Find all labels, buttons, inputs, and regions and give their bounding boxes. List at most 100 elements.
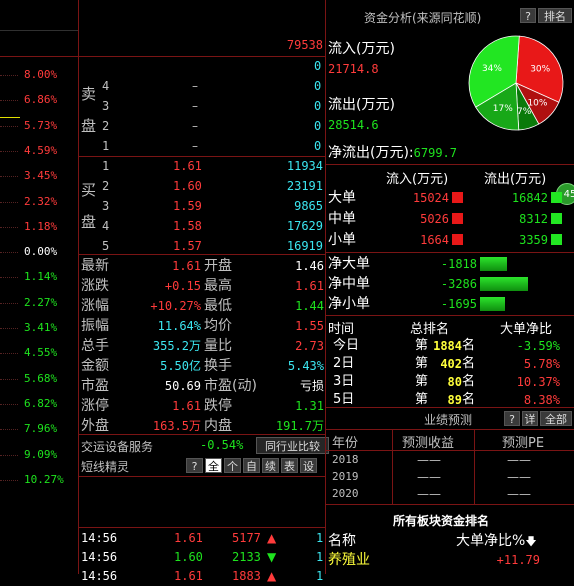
pct-axis-label: 6.82% [24, 396, 58, 410]
rank-prefix: 第 [415, 356, 429, 371]
quote-value: 1.61 [295, 279, 324, 293]
pct-axis-label: 3.45% [24, 169, 58, 183]
buy-level: 3 [102, 199, 110, 213]
short-sprite-filter-button[interactable]: 自 [243, 458, 260, 473]
short-sprite-filter-button[interactable]: 续 [262, 458, 279, 473]
rank-prefix: 第 [415, 338, 429, 353]
tick-count: 1 [316, 569, 324, 583]
sector-change: -0.54% [200, 438, 244, 452]
sell-volume: 0 [314, 99, 322, 113]
pct-axis-tick [0, 150, 18, 152]
pct-axis-label: 6.86% [24, 93, 58, 107]
short-sprite-filter-button[interactable]: 设 [300, 458, 317, 473]
quote-label: 内盘 [204, 418, 232, 434]
sell-volume: 0 [314, 79, 322, 93]
flow-out-value: 8312 [519, 212, 548, 226]
sector-net-header-label: 大单净比% [456, 533, 526, 549]
net-outflow-value: 6799.7 [413, 146, 457, 160]
quote-label: 外盘 [81, 418, 109, 434]
sell-volume: 0 [314, 139, 322, 153]
sort-down-icon[interactable]: 🡇 [525, 535, 536, 548]
short-sprite-filter-button[interactable]: ? [186, 458, 203, 473]
buy-volume: 11934 [286, 159, 323, 173]
quote-label: 最低 [204, 298, 232, 314]
pct-axis-tick [0, 353, 18, 355]
net-outflow-row: 净流出(万元):6799.7 [328, 142, 457, 162]
pct-axis-tick [0, 201, 18, 203]
quote-value: 5.50亿 [160, 359, 201, 373]
quote-label: 市盈 [81, 378, 109, 394]
rank-suffix: 名 [462, 356, 476, 371]
fund-rank-button[interactable]: 排名 [538, 8, 572, 23]
rank-rank-header: 总排名 [410, 322, 450, 337]
flow-in-value: 15024 [412, 191, 449, 205]
quote-label: 振幅 [81, 318, 109, 334]
short-sprite-filter-button[interactable]: 全 [205, 458, 222, 473]
buy-label-char-2: 盘 [81, 213, 97, 231]
quote-value: 2.73 [295, 339, 324, 353]
sector-name-header: 名称 [328, 533, 356, 549]
sector-name[interactable]: 交运设备服务 [81, 438, 153, 455]
industry-compare-button[interactable]: 同行业比较 [256, 437, 329, 454]
arrow-up-icon: ▲ [267, 531, 277, 545]
price-line-stub [0, 117, 20, 118]
buy-price: 1.59 [173, 199, 202, 213]
forecast-title: 业绩预测 [424, 413, 473, 427]
pct-axis-tick [0, 125, 18, 127]
net-flow-bar [480, 277, 528, 291]
pct-axis-tick [0, 277, 18, 279]
rank-net-ratio: 5.78% [523, 357, 560, 371]
forecast-all-button[interactable]: 全部 [540, 411, 572, 426]
rank-time: 2日 [333, 356, 355, 371]
sector-row-net: +11.79 [496, 553, 540, 567]
order-book-total: 79538 [286, 38, 323, 52]
quote-label: 金额 [81, 358, 109, 374]
forecast-help-button[interactable]: ? [504, 411, 520, 426]
forecast-detail-button[interactable]: 详 [522, 411, 538, 426]
rank-net-header: 大单净比 [500, 322, 553, 337]
tick-volume: 5177 [232, 531, 261, 545]
inflow-value: 21714.8 [328, 62, 379, 76]
quote-label: 总手 [81, 338, 109, 354]
pct-axis-label: 2.27% [24, 295, 58, 309]
sell-price: – [192, 139, 198, 153]
forecast-header: 年份 预测收益 预测PE [326, 430, 574, 451]
fund-help-button[interactable]: ? [520, 8, 536, 23]
flow-row-label: 小单 [328, 232, 356, 248]
sell-label: 卖 盘 [81, 78, 99, 142]
pct-axis-tick [0, 328, 18, 329]
net-flow-value: -1695 [440, 297, 477, 311]
quote-label: 涨跌 [81, 278, 109, 294]
quote-label: 跌停 [204, 398, 232, 414]
quote-label: 涨停 [81, 398, 109, 414]
sell-label-char-1: 卖 [81, 85, 97, 103]
fund-title: 资金分析(来源同花顺) [364, 11, 482, 25]
forecast-year-header: 年份 [332, 436, 359, 451]
side-badge-value: 45 [563, 189, 574, 200]
pct-axis-tick [0, 479, 18, 481]
quote-label: 最高 [204, 278, 232, 294]
quote-label: 均价 [204, 318, 232, 334]
flow-in-swatch [452, 192, 463, 203]
pct-axis-label: 9.09% [24, 447, 58, 461]
tick-price: 1.61 [174, 569, 203, 583]
net-flow-label: 净大单 [328, 256, 370, 272]
sell-level: 2 [102, 119, 110, 133]
rank-net-ratio: 8.38% [523, 393, 560, 407]
rank-position: 1884 [433, 339, 462, 353]
pct-axis-label: 0.00% [24, 245, 58, 259]
short-sprite-filter-button[interactable]: 个 [224, 458, 241, 473]
pct-axis-tick [0, 176, 18, 178]
forecast-income: —— [417, 487, 441, 501]
pct-axis-tick [0, 403, 18, 405]
quote-value: 1.46 [295, 259, 324, 273]
quote-value: 1.31 [295, 399, 324, 413]
net-flow-bar [480, 297, 505, 311]
short-sprite-filter-button[interactable]: 表 [281, 458, 298, 473]
quote-label: 涨幅 [81, 298, 109, 314]
buy-volume: 23191 [286, 179, 323, 193]
pct-axis-label: 5.68% [24, 371, 58, 385]
sector-row-name[interactable]: 养殖业 [328, 550, 370, 570]
sell-price: – [192, 79, 198, 93]
buy-price: 1.61 [173, 159, 202, 173]
